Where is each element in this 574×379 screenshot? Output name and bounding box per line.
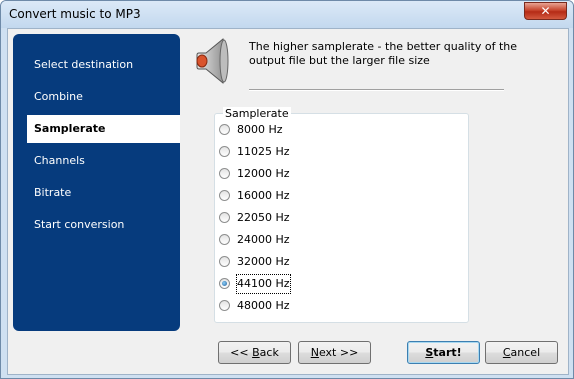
wizard-steps-sidebar: Select destination Combine Samplerate Ch… [13,34,180,331]
wizard-client-area: Select destination Combine Samplerate Ch… [7,28,569,375]
samplerate-description: The higher samplerate - the better quali… [249,40,518,67]
sidebar-item-select-destination[interactable]: Select destination [13,51,180,79]
samplerate-option-label: 16000 Hz [237,189,290,202]
radio-button[interactable] [219,278,230,289]
samplerate-groupbox: Samplerate 8000 Hz 11025 Hz 12000 Hz 16000 … [214,107,469,323]
speaker-icon [196,38,229,84]
sidebar-item-channels[interactable]: Channels [13,147,180,175]
radio-button[interactable] [219,124,230,135]
title-bar[interactable]: Convert music to MP3 ✕ [1,1,573,28]
next-button-mnemonic: N [310,346,319,359]
cancel-button-mnemonic: C [502,346,511,359]
radio-button[interactable] [219,168,230,179]
start-button-rest: tart! [433,346,462,359]
sidebar-item-bitrate[interactable]: Bitrate [13,179,180,207]
samplerate-option-label: 8000 Hz [237,123,283,136]
radio-button[interactable] [219,212,230,223]
radio-button[interactable] [219,234,230,245]
samplerate-option-label: 12000 Hz [237,167,290,180]
back-button-rest: ack [259,346,279,359]
samplerate-option-label: 22050 Hz [237,211,290,224]
back-button-prefix: << [230,346,253,359]
next-button[interactable]: Next >> [298,341,371,364]
converter-window: Convert music to MP3 ✕ Select destinatio… [0,0,574,379]
back-button[interactable]: << Back [218,341,291,364]
back-button-mnemonic: B [252,346,260,359]
radio-button[interactable] [219,256,230,267]
samplerate-option-label: 48000 Hz [237,299,290,312]
cancel-button[interactable]: Cancel [485,341,558,364]
samplerate-option-label: 44100 Hz [236,274,291,294]
cancel-button-rest: ancel [510,346,541,359]
samplerate-option-label: 11025 Hz [237,145,290,158]
sidebar-item-start-conversion[interactable]: Start conversion [13,211,180,239]
radio-button[interactable] [219,300,230,311]
header-divider [249,89,504,91]
start-button[interactable]: Start! [407,341,480,364]
samplerate-option-label: 24000 Hz [237,233,290,246]
radio-button[interactable] [219,146,230,157]
radio-button[interactable] [219,190,230,201]
window-title: Convert music to MP3 [9,7,141,21]
samplerate-option-label: 32000 Hz [237,255,290,268]
close-button[interactable]: ✕ [524,2,567,20]
close-icon: ✕ [540,4,551,18]
sidebar-item-samplerate[interactable]: Samplerate [27,115,180,143]
next-button-rest: ext >> [318,346,359,359]
sidebar-item-combine[interactable]: Combine [13,83,180,111]
samplerate-group-label: Samplerate [223,107,291,120]
